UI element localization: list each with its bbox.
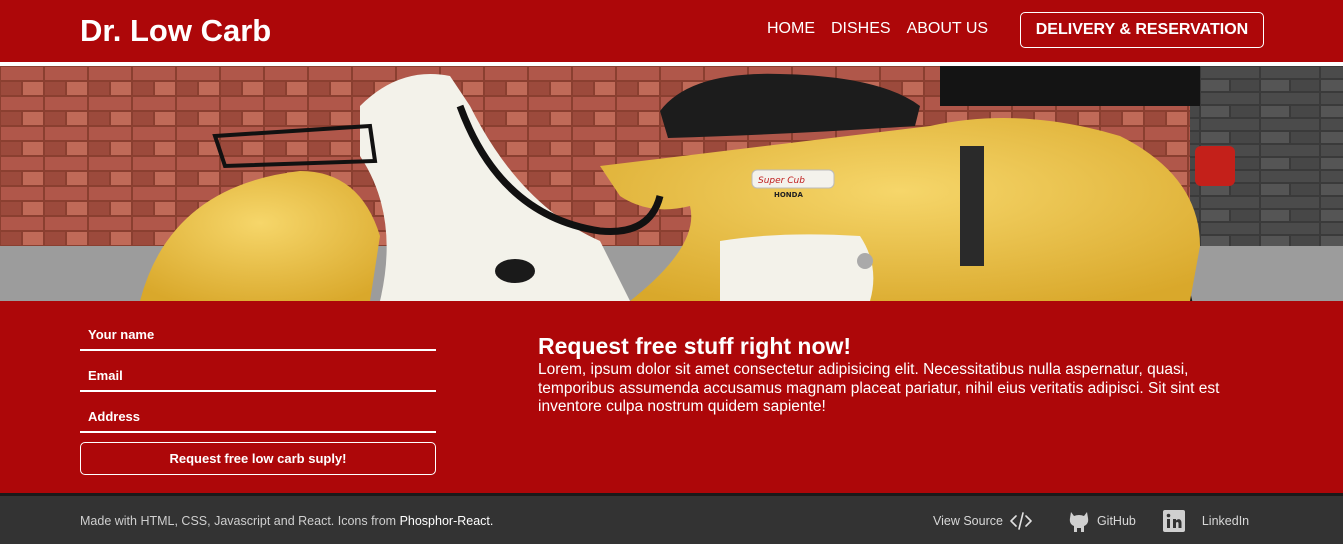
name-input[interactable] — [80, 319, 436, 349]
github-label: GitHub — [1096, 514, 1136, 528]
brand-title[interactable]: Dr. Low Carb — [80, 13, 271, 49]
honda-badge-text: HONDA — [774, 191, 803, 199]
linkedin-label: LinkedIn — [1201, 514, 1250, 528]
request-submit-button[interactable]: Request free low carb suply! — [80, 442, 436, 475]
request-section: Request free low carb suply! Request fre… — [0, 301, 1343, 493]
linkedin-icon — [1162, 510, 1185, 532]
code-icon — [1010, 512, 1032, 530]
github-link[interactable]: GitHub — [1061, 508, 1136, 534]
nav-dishes[interactable]: DISHES — [831, 20, 891, 38]
promo-title: Request free stuff right now! — [538, 333, 852, 359]
main-nav: HOME DISHES ABOUT US — [767, 20, 988, 38]
nav-about-us[interactable]: ABOUT US — [907, 20, 989, 38]
view-source-link[interactable]: View Source — [933, 509, 1039, 533]
footer-links: View Source GitHub LinkedIn — [933, 508, 1249, 534]
phosphor-react-link[interactable]: Phosphor-React. — [400, 514, 494, 528]
name-field-wrapper — [80, 319, 436, 351]
github-icon — [1069, 512, 1089, 532]
super-cub-badge-text: Super Cub — [758, 176, 805, 186]
scooter-illustration: Super Cub HONDA — [0, 66, 1343, 301]
view-source-label: View Source — [933, 514, 1003, 528]
address-input[interactable] — [80, 401, 436, 431]
made-with-label: Made with HTML, CSS, Javascript and Reac… — [80, 514, 400, 528]
nav-home[interactable]: HOME — [767, 20, 815, 38]
delivery-reservation-button[interactable]: DELIVERY & RESERVATION — [1020, 12, 1264, 48]
made-with-text: Made with HTML, CSS, Javascript and Reac… — [80, 514, 493, 528]
email-field-wrapper — [80, 360, 436, 392]
address-field-wrapper — [80, 401, 436, 433]
promo-body: Lorem, ipsum dolor sit amet consectetur … — [538, 361, 1220, 415]
footer: Made with HTML, CSS, Javascript and Reac… — [0, 496, 1343, 544]
linkedin-link[interactable]: LinkedIn — [1156, 509, 1249, 533]
header: Dr. Low Carb HOME DISHES ABOUT US DELIVE… — [0, 0, 1343, 62]
email-input[interactable] — [80, 360, 436, 390]
hero-image: Super Cub HONDA — [0, 66, 1343, 301]
